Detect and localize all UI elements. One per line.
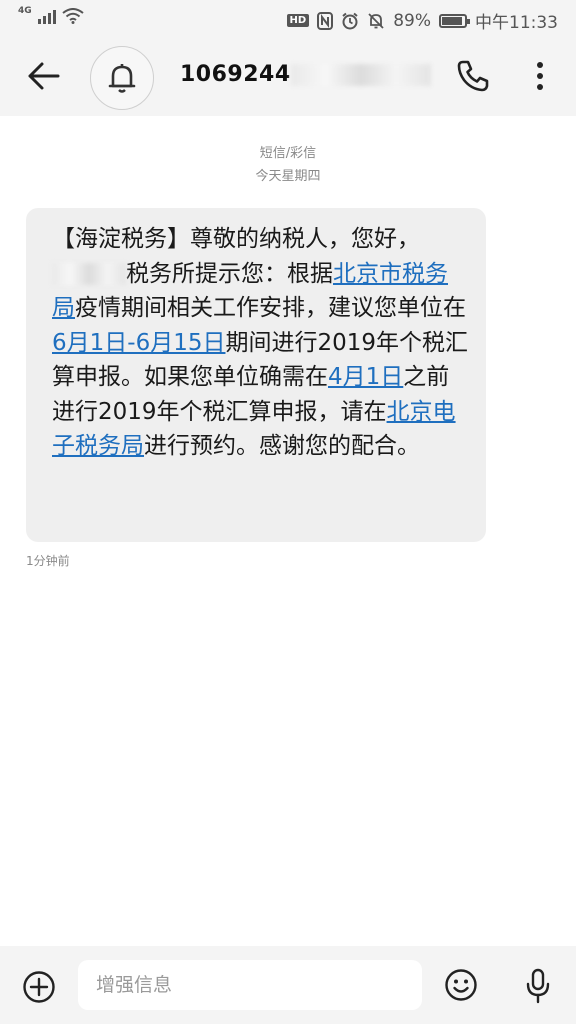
message-type-label: 短信/彩信 (259, 146, 317, 161)
message-text: 进行预约。感谢您的配合。 (144, 433, 420, 459)
more-vertical-icon[interactable] (528, 58, 552, 94)
wifi-icon (62, 8, 84, 24)
status-bar: 4G HD 89% 中午11:33 (0, 0, 576, 36)
battery-icon (439, 13, 470, 28)
message-text: 【海淀税务】尊敬的纳税人，您好， (52, 226, 420, 252)
conversation-header: 1069244 (0, 36, 576, 116)
link-date-range[interactable]: 6月1日-6月15日 (52, 330, 225, 356)
status-right: HD 89% 中午11:33 (286, 8, 558, 33)
signal-icon (37, 8, 56, 24)
hd-icon: HD (286, 14, 310, 27)
message-input[interactable]: 增强信息 (78, 960, 422, 1010)
alarm-icon (342, 12, 358, 29)
message-text: 税务所提示您：根据 (126, 260, 333, 287)
emoji-icon[interactable] (444, 968, 478, 1002)
contact-number: 1069244 (180, 62, 291, 87)
message-timestamp: 1分钟前 (26, 554, 70, 568)
add-icon[interactable] (22, 970, 56, 1004)
link-date[interactable]: 4月1日 (328, 364, 403, 390)
redacted-area (290, 64, 431, 86)
status-left: 4G (18, 5, 84, 24)
nfc-icon (317, 11, 334, 30)
input-placeholder: 增强信息 (96, 974, 173, 996)
mute-icon (368, 12, 384, 29)
battery-percent: 89% (393, 10, 431, 31)
clock: 中午11:33 (475, 13, 558, 33)
bell-icon (108, 64, 136, 93)
message-bubble[interactable]: 【海淀税务】尊敬的纳税人，您好，税务所提示您：根据北京市税务局疫情期间相关工作安… (26, 208, 486, 542)
message-text: 疫情期间相关工作安排，建议您单位在 (75, 295, 466, 321)
redacted-area (52, 263, 126, 285)
avatar[interactable] (90, 46, 154, 110)
microphone-icon[interactable] (524, 968, 552, 1004)
network-type: 4G (18, 5, 32, 16)
contact-name[interactable]: 1069244 (180, 62, 431, 87)
back-arrow-icon[interactable] (22, 56, 66, 96)
date-label: 今天星期四 (255, 169, 321, 184)
message-thread: 短信/彩信 今天星期四 【海淀税务】尊敬的纳税人，您好，税务所提示您：根据北京市… (0, 116, 576, 946)
composer-bar: 增强信息 (0, 946, 576, 1024)
phone-icon[interactable] (455, 58, 491, 94)
